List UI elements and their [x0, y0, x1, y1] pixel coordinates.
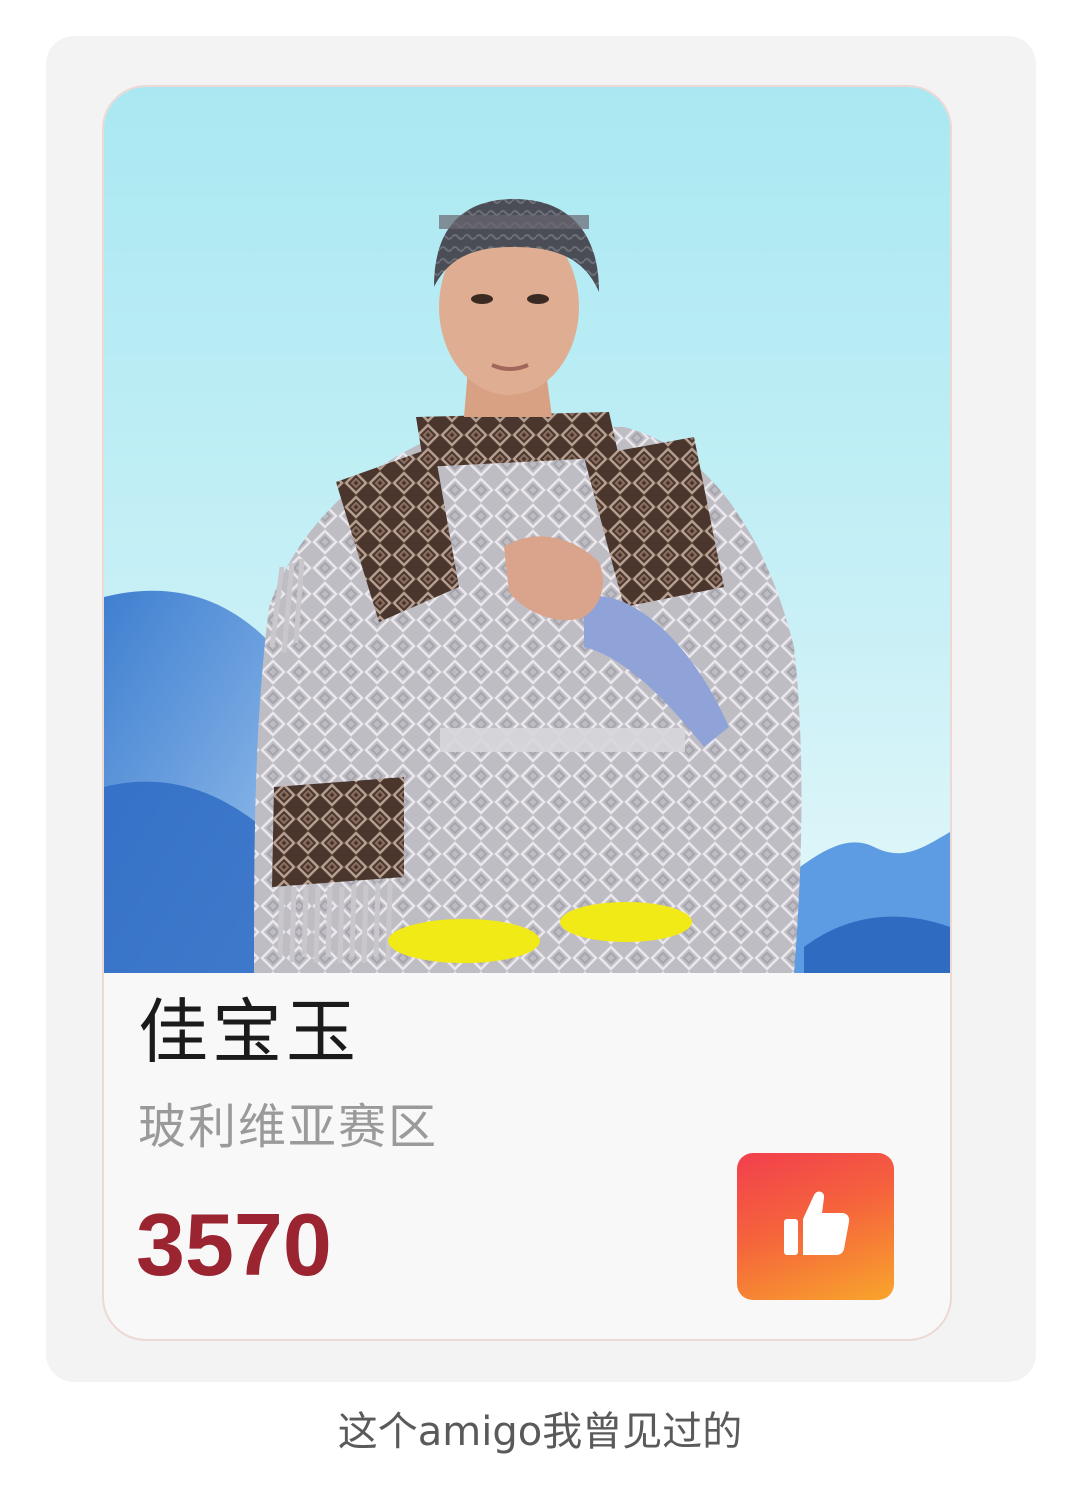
contestant-name: 佳宝玉	[138, 991, 360, 1073]
contestant-region: 玻利维亚赛区	[138, 1099, 439, 1155]
contestant-card: 佳宝玉 玻利维亚赛区 3570	[102, 85, 952, 1341]
vote-count: 3570	[136, 1195, 332, 1294]
like-button[interactable]	[737, 1153, 894, 1300]
contestant-photo	[104, 87, 950, 973]
thumbs-up-icon	[776, 1185, 856, 1269]
post-caption: 这个amigo我曾见过的	[337, 1409, 743, 1455]
